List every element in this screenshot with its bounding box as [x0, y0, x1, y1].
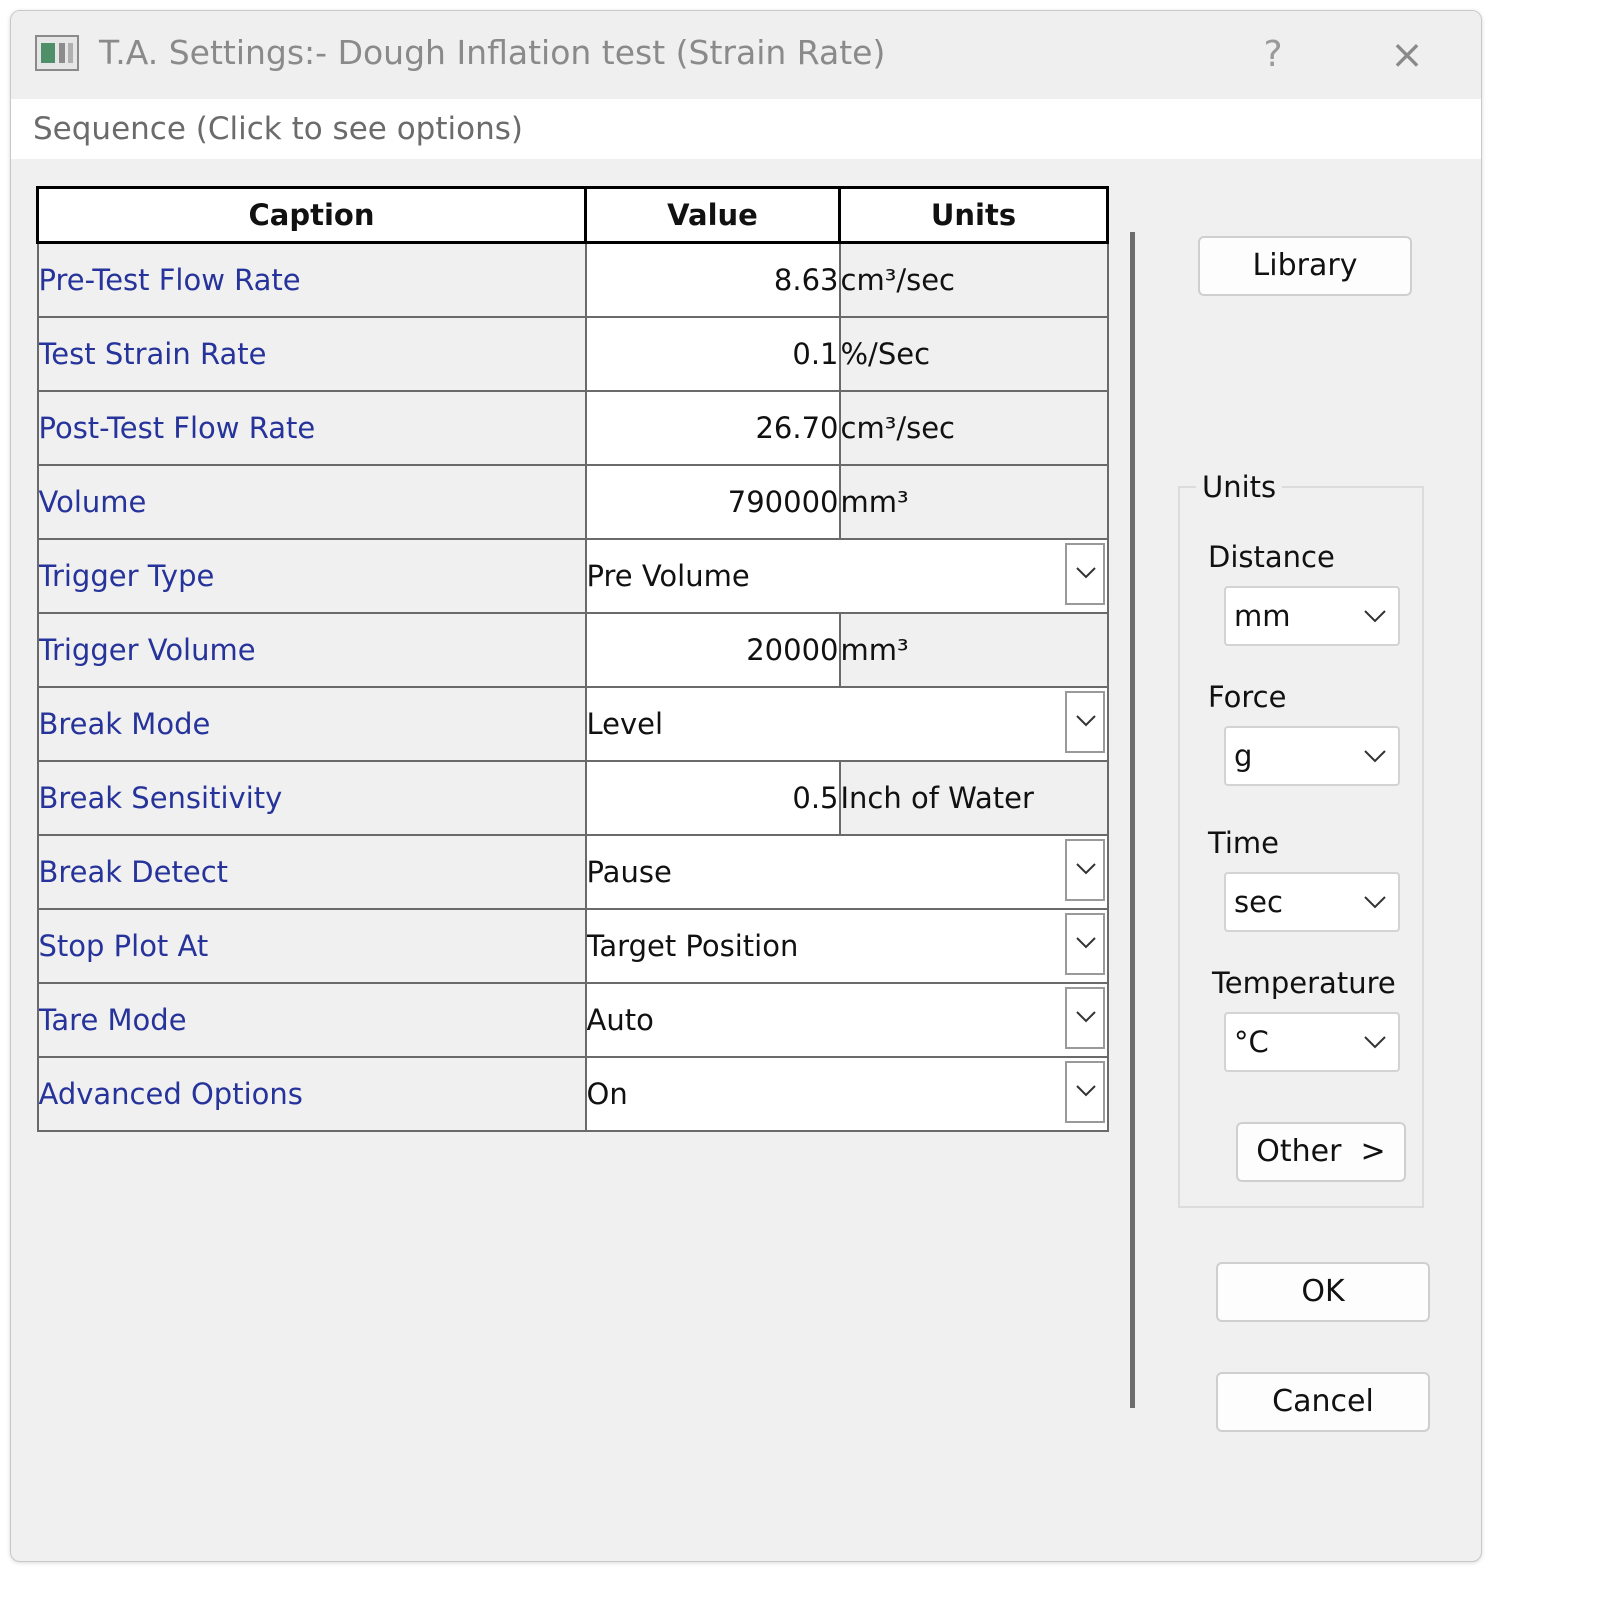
row-unit: Inch of Water: [838, 760, 1109, 836]
break-mode-value: Level: [586, 707, 664, 741]
chevron-down-icon: [1364, 750, 1386, 763]
distance-label: Distance: [1208, 540, 1335, 574]
help-button[interactable]: ?: [1243, 29, 1303, 81]
table-row: Post-Test Flow Rate 26.70 cm³/sec: [36, 390, 1109, 466]
chevron-down-icon[interactable]: [1064, 543, 1105, 605]
chevron-down-icon[interactable]: [1064, 1061, 1105, 1123]
test-strain-rate-input[interactable]: 0.1: [584, 316, 841, 392]
chevron-down-icon[interactable]: [1064, 987, 1105, 1049]
chevron-down-icon: [1364, 1036, 1386, 1049]
library-button[interactable]: Library: [1198, 236, 1412, 296]
trigger-volume-input[interactable]: 20000: [584, 612, 841, 688]
temperature-label: Temperature: [1212, 966, 1396, 1000]
row-caption: Break Sensitivity: [36, 760, 587, 836]
chevron-down-icon[interactable]: [1064, 913, 1105, 975]
row-caption: Break Mode: [36, 686, 587, 762]
break-mode-select[interactable]: Level: [584, 686, 1109, 762]
sequence-menu-bar[interactable]: Sequence (Click to see options): [11, 99, 1481, 159]
close-button[interactable]: ×: [1375, 29, 1439, 81]
stop-plot-at-value: Target Position: [586, 929, 799, 963]
table-row: Tare Mode Auto: [36, 982, 1109, 1058]
tare-mode-select[interactable]: Auto: [584, 982, 1109, 1058]
panel-divider: [1130, 232, 1135, 1408]
grid-header-row: Caption Value Units: [36, 186, 1109, 244]
temperature-select[interactable]: °C: [1224, 1012, 1400, 1072]
pre-test-flow-rate-input[interactable]: 8.63: [584, 241, 841, 318]
row-caption: Volume: [36, 464, 587, 540]
row-caption: Trigger Volume: [36, 612, 587, 688]
row-unit: cm³/sec: [838, 390, 1109, 466]
table-row: Break Mode Level: [36, 686, 1109, 762]
chevron-down-icon[interactable]: [1064, 839, 1105, 901]
row-caption: Post-Test Flow Rate: [36, 390, 587, 466]
distance-value: mm: [1234, 599, 1291, 633]
title-bar[interactable]: T.A. Settings:- Dough Inflation test (St…: [11, 11, 1481, 99]
force-select[interactable]: g: [1224, 726, 1400, 786]
header-value: Value: [584, 186, 841, 244]
break-detect-select[interactable]: Pause: [584, 834, 1109, 910]
row-unit: mm³: [838, 464, 1109, 540]
chevron-down-icon[interactable]: [1064, 691, 1105, 753]
volume-input[interactable]: 790000: [584, 464, 841, 540]
row-caption: Break Detect: [36, 834, 587, 910]
cancel-button[interactable]: Cancel: [1216, 1372, 1430, 1432]
temperature-value: °C: [1234, 1025, 1269, 1059]
row-unit: %/Sec: [838, 316, 1109, 392]
header-units: Units: [838, 186, 1109, 244]
stop-plot-at-select[interactable]: Target Position: [584, 908, 1109, 984]
table-row: Trigger Type Pre Volume: [36, 538, 1109, 614]
sequence-menu-label[interactable]: Sequence (Click to see options): [33, 111, 523, 147]
trigger-type-value: Pre Volume: [586, 559, 750, 593]
tare-mode-value: Auto: [586, 1003, 654, 1037]
table-row: Break Detect Pause: [36, 834, 1109, 910]
ok-button[interactable]: OK: [1216, 1262, 1430, 1322]
time-value: sec: [1234, 885, 1283, 919]
chevron-down-icon: [1364, 896, 1386, 909]
force-value: g: [1234, 739, 1253, 773]
table-row: Trigger Volume 20000 mm³: [36, 612, 1109, 688]
row-caption: Stop Plot At: [36, 908, 587, 984]
table-row: Break Sensitivity 0.5 Inch of Water: [36, 760, 1109, 836]
row-unit: mm³: [838, 612, 1109, 688]
table-row: Test Strain Rate 0.1 %/Sec: [36, 316, 1109, 392]
header-caption: Caption: [36, 186, 587, 244]
time-label: Time: [1208, 826, 1279, 860]
other-units-button[interactable]: Other >: [1236, 1122, 1406, 1182]
table-row: Stop Plot At Target Position: [36, 908, 1109, 984]
settings-grid: Caption Value Units Pre-Test Flow Rate 8…: [36, 186, 1109, 1136]
row-caption: Tare Mode: [36, 982, 587, 1058]
break-detect-value: Pause: [586, 855, 672, 889]
advanced-options-value: On: [586, 1077, 628, 1111]
row-caption: Advanced Options: [36, 1056, 587, 1132]
dialog-title: T.A. Settings:- Dough Inflation test (St…: [99, 33, 886, 72]
chevron-down-icon: [1364, 610, 1386, 623]
table-row: Advanced Options On: [36, 1056, 1109, 1132]
table-row: Pre-Test Flow Rate 8.63 cm³/sec: [36, 241, 1109, 318]
distance-select[interactable]: mm: [1224, 586, 1400, 646]
app-icon: [35, 35, 79, 71]
row-caption: Test Strain Rate: [36, 316, 587, 392]
trigger-type-select[interactable]: Pre Volume: [584, 538, 1109, 614]
units-group-label: Units: [1196, 470, 1283, 504]
advanced-options-select[interactable]: On: [584, 1056, 1109, 1132]
force-label: Force: [1208, 680, 1287, 714]
time-select[interactable]: sec: [1224, 872, 1400, 932]
post-test-flow-rate-input[interactable]: 26.70: [584, 390, 841, 466]
row-caption: Trigger Type: [36, 538, 587, 614]
table-row: Volume 790000 mm³: [36, 464, 1109, 540]
row-caption: Pre-Test Flow Rate: [36, 241, 587, 318]
row-unit: cm³/sec: [838, 241, 1109, 318]
break-sensitivity-input[interactable]: 0.5: [584, 760, 841, 836]
